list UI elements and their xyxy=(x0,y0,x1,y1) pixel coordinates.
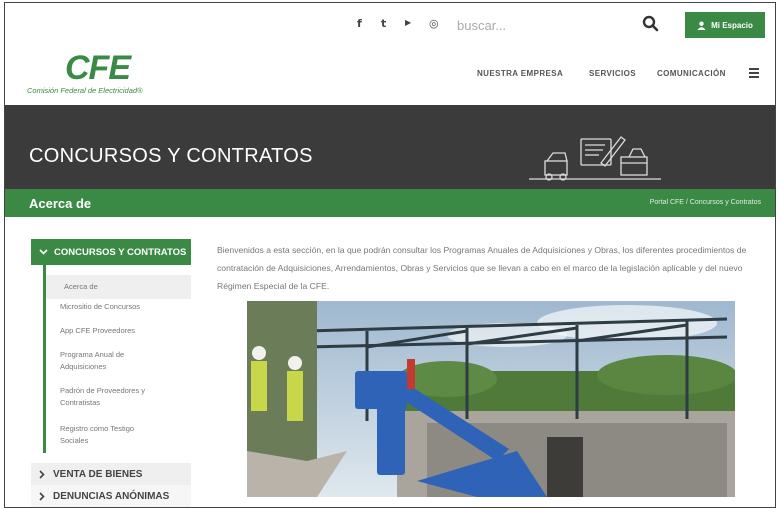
youtube-icon[interactable]: ▶ xyxy=(405,18,411,27)
mi-espacio-label: Mi Espacio xyxy=(711,20,753,30)
search-icon[interactable] xyxy=(641,14,661,34)
breadcrumb-concursos[interactable]: Concursos y Contratos xyxy=(690,199,761,206)
sidebar-collapsed-label: DENUNCIAS ANÓNIMAS xyxy=(53,490,170,502)
menu-icon[interactable] xyxy=(749,68,759,78)
logo-subtitle: Comisión Federal de Electricidad® xyxy=(27,86,143,95)
section-bar: Acerca de Portal CFE / Concursos y Contr… xyxy=(5,189,775,217)
facebook-icon[interactable]: f xyxy=(357,17,362,30)
nav-comunicacion[interactable]: COMUNICACIÓN xyxy=(657,69,726,78)
sidebar-item-micrositio[interactable]: Micrositio de Concursos xyxy=(60,301,180,313)
construction-photo xyxy=(247,301,735,497)
sidebar-collapsed-label: VENTA DE BIENES xyxy=(53,468,143,480)
nav-servicios[interactable]: SERVICIOS xyxy=(589,69,636,78)
sidebar-item-testigo[interactable]: Registro como Testigo Sociales xyxy=(60,423,160,447)
cfe-logo[interactable]: CFE Comisión Federal de Electricidad® xyxy=(27,49,167,99)
page-frame: f t ▶ ◎ Mi Espacio CFE Comisión Federal … xyxy=(4,2,776,508)
hero-title: CONCURSOS Y CONTRATOS xyxy=(29,145,313,167)
hero-banner: CONCURSOS Y CONTRATOS xyxy=(5,105,775,189)
user-icon xyxy=(697,21,706,30)
instagram-icon[interactable]: ◎ xyxy=(429,17,439,30)
chevron-right-icon xyxy=(39,491,45,501)
intro-text: Bienvenidos a esta sección, en la que po… xyxy=(217,245,747,291)
breadcrumb: Portal CFE / Concursos y Contratos xyxy=(649,199,761,206)
mi-espacio-button[interactable]: Mi Espacio xyxy=(685,12,765,38)
nav-nuestra-empresa[interactable]: NUESTRA EMPRESA xyxy=(477,69,563,78)
section-title: Acerca de xyxy=(29,196,92,211)
chevron-down-icon xyxy=(39,249,48,255)
sidebar-section-label: CONCURSOS Y CONTRATOS xyxy=(54,246,187,258)
chevron-right-icon xyxy=(39,469,45,479)
logo-text: CFE xyxy=(65,49,131,87)
sidebar-item-app-proveedores[interactable]: App CFE Proveedores xyxy=(60,325,180,337)
sidebar-item-programa-anual[interactable]: Programa Anual de Adquisiciones xyxy=(60,349,156,373)
twitter-icon[interactable]: t xyxy=(381,17,386,30)
sidebar-submenu: Acerca de Micrositio de Concursos App CF… xyxy=(43,265,191,453)
sidebar-concursos-expanded[interactable]: CONCURSOS Y CONTRATOS xyxy=(31,239,191,265)
breadcrumb-portal[interactable]: Portal CFE xyxy=(650,199,684,206)
sidebar-item-acerca-de[interactable]: Acerca de xyxy=(46,275,191,299)
sidebar-venta-de-bienes[interactable]: VENTA DE BIENES xyxy=(31,463,191,485)
sidebar-item-padron[interactable]: Padrón de Proveedores y Contratistas xyxy=(60,385,172,409)
contracts-illustration-icon xyxy=(529,136,661,181)
search-input[interactable] xyxy=(457,15,627,35)
sidebar-denuncias[interactable]: DENUNCIAS ANÓNIMAS xyxy=(31,485,191,507)
top-bar: f t ▶ ◎ Mi Espacio xyxy=(5,3,775,45)
